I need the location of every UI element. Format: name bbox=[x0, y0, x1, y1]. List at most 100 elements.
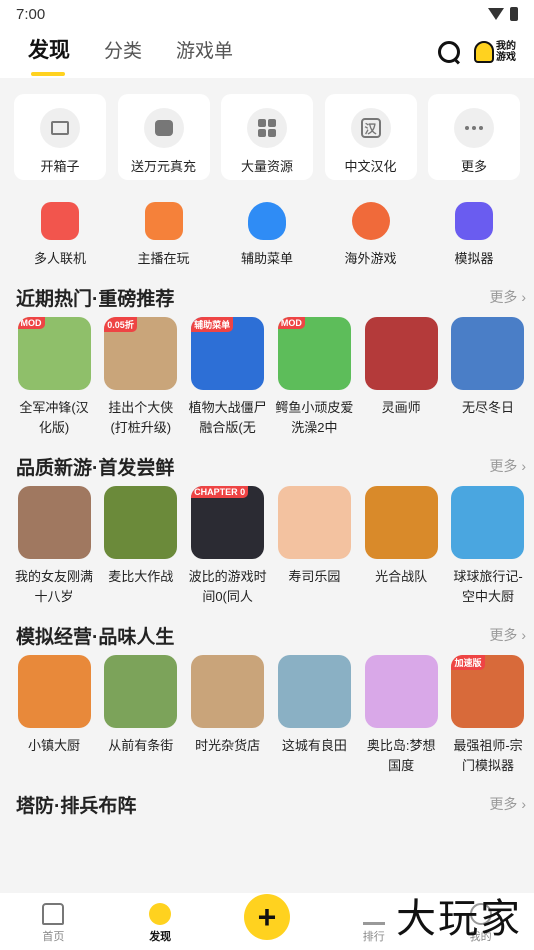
game-name: 我的女友刚满十八岁 bbox=[14, 569, 93, 604]
section-header: 模拟经营·品味人生 更多 › bbox=[16, 615, 526, 655]
game-name: 球球旅行记-空中大厨 bbox=[453, 569, 523, 604]
game-badge: 加速版 bbox=[451, 655, 485, 670]
game-item[interactable]: 这城有良田 bbox=[276, 655, 352, 776]
chevron-right-icon: › bbox=[517, 458, 526, 474]
game-name: 麦比大作战 bbox=[108, 569, 174, 584]
feature-grid: 开箱子 送万元真充 大量资源 汉 中文汉化 更多 bbox=[0, 78, 534, 180]
discover-icon bbox=[149, 903, 172, 925]
section-title: 模拟经营·品味人生 bbox=[16, 626, 175, 648]
feature-recharge[interactable]: 送万元真充 bbox=[117, 94, 210, 180]
game-item[interactable]: 加速版最强祖师-宗门模拟器 bbox=[450, 655, 526, 776]
category-overseas[interactable]: 海外游戏 bbox=[325, 202, 417, 267]
my-game-button[interactable]: 我的游戏 bbox=[474, 41, 518, 63]
game-icon: 辅助菜单 bbox=[191, 317, 265, 390]
game-icon bbox=[277, 486, 351, 559]
game-item[interactable]: 球球旅行记-空中大厨 bbox=[450, 486, 526, 607]
game-item[interactable]: CHAPTER 0 波比的游戏时间0(同人 bbox=[188, 486, 267, 607]
bottom-nav-label: 首页 bbox=[42, 931, 65, 943]
bottom-nav-discover[interactable]: 发现 bbox=[130, 903, 190, 944]
game-name: 最强祖师-宗门模拟器 bbox=[453, 738, 523, 773]
feature-resources[interactable]: 大量资源 bbox=[221, 94, 313, 180]
game-name: 从前有条街 bbox=[108, 738, 174, 753]
more-dots-icon bbox=[465, 126, 483, 130]
more-link[interactable]: 更多 › bbox=[489, 287, 526, 307]
game-badge: MOD bbox=[277, 317, 305, 329]
game-item[interactable]: MOD 鳄鱼小顽皮爱洗澡2中 bbox=[275, 317, 353, 438]
more-link[interactable]: 更多 › bbox=[489, 456, 526, 476]
multiplayer-icon bbox=[41, 202, 79, 240]
bottom-nav-label: 发现 bbox=[149, 931, 172, 943]
tab-discover[interactable]: 发现 bbox=[28, 34, 70, 76]
chevron-right-icon: › bbox=[517, 796, 526, 812]
game-list: MOD 全军冲锋(汉化版) 0.05折 挂出个大侠(打桩升级) 辅助菜单 植物大战僵尸融合… bbox=[16, 317, 526, 438]
section-title: 塔防·排兵布阵 bbox=[16, 795, 137, 817]
game-icon bbox=[451, 317, 525, 390]
category-assist-menu[interactable]: 辅助菜单 bbox=[221, 202, 313, 267]
game-icon bbox=[104, 486, 178, 559]
game-item[interactable]: 无尽冬日 bbox=[450, 317, 526, 438]
game-name: 无尽冬日 bbox=[461, 400, 514, 415]
bottom-nav-home[interactable]: 首页 bbox=[23, 903, 83, 944]
category-label: 主播在玩 bbox=[137, 251, 190, 266]
status-icons bbox=[488, 7, 518, 21]
game-badge: CHAPTER 0 bbox=[191, 486, 249, 498]
category-emulator[interactable]: 模拟器 bbox=[428, 202, 520, 267]
gamepad-icon bbox=[455, 202, 493, 240]
watermark: 大玩家 bbox=[396, 896, 522, 942]
game-icon: 0.05折 bbox=[104, 317, 178, 390]
feature-more[interactable]: 更多 bbox=[428, 94, 520, 180]
feature-open-box[interactable]: 开箱子 bbox=[14, 94, 106, 180]
more-link[interactable]: 更多 › bbox=[489, 794, 526, 814]
feature-label: 更多 bbox=[460, 159, 487, 174]
more-label: 更多 bbox=[489, 458, 518, 474]
more-link[interactable]: 更多 › bbox=[489, 625, 526, 645]
chevron-right-icon: › bbox=[517, 627, 526, 643]
game-section: 品质新游·首发尝鲜 更多 › 我的女友刚满十八岁 麦比大作战 CHAPTER 0 波比的游… bbox=[0, 446, 534, 607]
game-icon bbox=[17, 655, 91, 728]
game-name: 这城有良田 bbox=[281, 738, 347, 753]
chevron-right-icon: › bbox=[517, 289, 526, 305]
game-item[interactable]: 从前有条街 bbox=[103, 655, 179, 776]
game-item[interactable]: 时光杂货店 bbox=[190, 655, 266, 776]
section-header: 近期热门·重磅推荐 更多 › bbox=[16, 277, 526, 317]
category-streamer[interactable]: 主播在玩 bbox=[118, 202, 210, 267]
game-item[interactable]: 灵画师 bbox=[363, 317, 439, 438]
han-icon: 汉 bbox=[360, 118, 381, 138]
top-nav: 发现 分类 游戏单 我的游戏 bbox=[0, 28, 534, 76]
more-label: 更多 bbox=[489, 289, 518, 305]
category-multiplayer[interactable]: 多人联机 bbox=[14, 202, 106, 267]
game-name: 奥比岛:梦想国度 bbox=[366, 738, 436, 773]
feature-chinese[interactable]: 汉 中文汉化 bbox=[324, 94, 417, 180]
game-icon: MOD bbox=[277, 317, 351, 390]
search-icon[interactable] bbox=[436, 39, 462, 65]
section-header: 塔防·排兵布阵 更多 › bbox=[16, 784, 526, 824]
game-item[interactable]: 光合战队 bbox=[363, 486, 439, 607]
more-label: 更多 bbox=[489, 796, 518, 812]
planet-icon bbox=[351, 202, 390, 240]
game-item[interactable]: 0.05折 挂出个大侠(打桩升级) bbox=[103, 317, 179, 438]
game-name: 波比的游戏时间0(同人 bbox=[188, 569, 267, 604]
game-item[interactable]: 辅助菜单植物大战僵尸融合版(无 bbox=[188, 317, 267, 438]
section-title: 近期热门·重磅推荐 bbox=[16, 288, 175, 310]
game-icon bbox=[17, 486, 91, 559]
game-item[interactable]: 寿司乐园 bbox=[276, 486, 352, 607]
bottom-nav-rank[interactable]: 排行 bbox=[344, 903, 404, 944]
bottom-nav-add[interactable]: + bbox=[237, 894, 297, 944]
more-label: 更多 bbox=[489, 627, 518, 643]
game-name: 小镇大厨 bbox=[27, 738, 80, 753]
game-name: 植物大战僵尸融合版(无 bbox=[188, 400, 267, 435]
game-item[interactable]: MOD 全军冲锋(汉化版) bbox=[16, 317, 92, 438]
my-game-label: 我的游戏 bbox=[496, 41, 516, 63]
game-item[interactable]: 我的女友刚满十八岁 bbox=[14, 486, 93, 607]
tab-game-list[interactable]: 游戏单 bbox=[176, 36, 233, 69]
tab-category[interactable]: 分类 bbox=[104, 36, 142, 69]
game-section: 塔防·排兵布阵 更多 › bbox=[0, 784, 534, 824]
category-row: 多人联机 主播在玩 辅助菜单 海外游戏 模拟器 bbox=[0, 180, 534, 267]
game-name: 全军冲锋(汉化版) bbox=[19, 400, 89, 435]
game-item[interactable]: 奥比岛:梦想国度 bbox=[363, 655, 439, 776]
game-list: 小镇大厨 从前有条街 时光杂货店 这城有良田 奥比岛:梦想国度 加速版 最强祖师-宗门模拟器 bbox=[16, 655, 526, 776]
grid-icon bbox=[258, 119, 276, 137]
game-item[interactable]: 小镇大厨 bbox=[16, 655, 92, 776]
game-icon: CHAPTER 0 bbox=[191, 486, 265, 559]
game-item[interactable]: 麦比大作战 bbox=[103, 486, 179, 607]
